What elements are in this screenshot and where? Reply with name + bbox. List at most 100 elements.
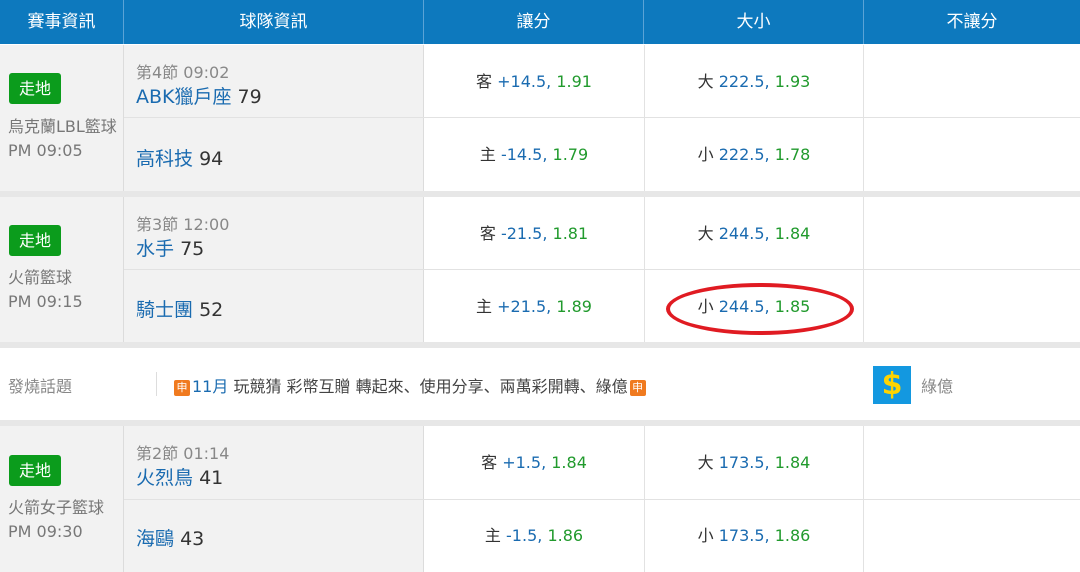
header-moneyline: 不讓分	[946, 12, 998, 32]
odds-side: 客	[481, 453, 498, 472]
odds-price: 1.84	[551, 453, 587, 472]
total-odds-under[interactable]: 小 222.5, 1.78	[644, 118, 864, 191]
promo-tag-icon: 申	[174, 380, 190, 396]
odds-price: 1.89	[556, 297, 592, 316]
odds-side: 主	[484, 526, 501, 545]
league-name: 火箭女子籃球	[8, 498, 105, 517]
odds-side: 客	[476, 72, 493, 91]
odds-line: 173.5,	[718, 526, 770, 545]
game-row: 走地 火箭女子籃球 PM 09:30 第2節 01:14 火烈鳥 41 海鷗 4…	[0, 426, 1080, 572]
odds-price: 1.86	[774, 526, 811, 545]
odds-line: -1.5,	[506, 526, 543, 545]
odds-side: 大	[697, 453, 714, 472]
odds-side: 大	[697, 224, 714, 243]
odds-price: 1.91	[556, 72, 592, 91]
table-header: 賽事資訊 球隊資訊 讓分 大小 不讓分	[0, 0, 1080, 44]
home-team[interactable]: 高科技 94	[136, 144, 223, 171]
home-team-score: 52	[199, 299, 224, 321]
hot-topic-label: 發燒話題	[8, 377, 73, 396]
league-name: 烏克蘭LBL籃球	[8, 117, 117, 136]
home-team-name: 騎士團	[136, 299, 194, 321]
match-info: 走地 火箭女子籃球 PM 09:30	[0, 426, 124, 572]
away-team-score: 79	[237, 86, 262, 108]
hot-topic-bar: 發燒話題 申 11月 玩競猜 彩幣互贈 轉起來、使用分享、兩萬彩開轉、綠億申	[0, 348, 1080, 420]
odds-side: 小	[697, 526, 714, 545]
odds-line: 222.5,	[718, 72, 770, 91]
game-row: 走地 烏克蘭LBL籃球 PM 09:05 第4節 09:02 ABK獵戶座 79…	[0, 45, 1080, 191]
promo-tag-icon: 申	[629, 380, 646, 396]
away-team[interactable]: 火烈鳥 41	[136, 463, 223, 490]
spread-odds-away[interactable]: 客 +1.5, 1.84	[424, 426, 644, 499]
team-info: 第3節 12:00 水手 75 騎士團 52	[124, 197, 424, 343]
match-info: 走地 火箭籃球 PM 09:15	[0, 197, 124, 343]
header-total: 大小	[644, 0, 864, 44]
match-info: 走地 烏克蘭LBL籃球 PM 09:05	[0, 45, 124, 191]
total-odds-over[interactable]: 大 222.5, 1.93	[644, 45, 864, 118]
promo-text: 玩競猜 彩幣互贈 轉起來、使用分享、兩萬彩開轉、綠億	[228, 377, 628, 396]
odds-line: +1.5,	[502, 453, 547, 472]
total-odds-under[interactable]: 小 244.5, 1.85	[644, 270, 864, 343]
team-info: 第4節 09:02 ABK獵戶座 79 高科技 94	[124, 45, 424, 191]
total-odds-under[interactable]: 小 173.5, 1.86	[644, 499, 864, 572]
away-team-score: 41	[199, 467, 224, 489]
league-name: 火箭籃球	[8, 268, 73, 287]
odds-line: 222.5,	[718, 145, 770, 164]
promo-divider	[156, 372, 157, 396]
odds-price: 1.79	[552, 145, 589, 164]
odds-line: +14.5,	[497, 72, 552, 91]
away-team-name: ABK獵戶座	[136, 86, 232, 108]
header-match-info: 賽事資訊	[0, 0, 124, 44]
home-team[interactable]: 騎士團 52	[136, 295, 223, 322]
home-team[interactable]: 海鷗 43	[136, 524, 204, 551]
odds-price: 1.78	[774, 145, 811, 164]
game-period: 第4節 09:02	[136, 63, 230, 82]
home-team-score: 43	[180, 528, 205, 550]
match-time: PM 09:05	[8, 141, 83, 160]
spread-odds-away[interactable]: 客 +14.5, 1.91	[424, 45, 644, 118]
home-team-name: 海鷗	[136, 528, 175, 550]
odds-side: 小	[697, 297, 714, 316]
odds-side: 主	[476, 297, 493, 316]
odds-price: 1.81	[552, 224, 589, 243]
odds-price: 1.93	[774, 72, 811, 91]
spread-odds-home[interactable]: 主 -1.5, 1.86	[424, 499, 644, 572]
odds-line: +21.5,	[497, 297, 552, 316]
promo-month: 11月	[192, 377, 229, 396]
odds-side: 客	[479, 224, 496, 243]
away-team-name: 水手	[136, 238, 175, 260]
home-team-score: 94	[199, 148, 224, 170]
live-badge[interactable]: 走地	[9, 73, 61, 104]
header-spread: 讓分	[424, 0, 644, 44]
match-time: PM 09:30	[8, 522, 83, 541]
hot-topic-link[interactable]: 申 11月 玩競猜 彩幣互贈 轉起來、使用分享、兩萬彩開轉、綠億申	[172, 373, 648, 397]
dollar-coin-icon[interactable]: $	[873, 366, 911, 404]
spread-odds-home[interactable]: 主 +21.5, 1.89	[424, 270, 644, 343]
match-time: PM 09:15	[8, 292, 83, 311]
header-team-info: 球隊資訊	[124, 0, 424, 44]
odds-line: 244.5,	[718, 224, 770, 243]
game-period: 第2節 01:14	[136, 444, 230, 463]
odds-side: 主	[479, 145, 496, 164]
odds-line: -14.5,	[500, 145, 548, 164]
spread-odds-away[interactable]: 客 -21.5, 1.81	[424, 197, 644, 270]
live-badge[interactable]: 走地	[9, 225, 61, 256]
total-odds-over[interactable]: 大 173.5, 1.84	[644, 426, 864, 499]
odds-side: 小	[697, 145, 714, 164]
odds-price: 1.84	[774, 224, 811, 243]
coin-label[interactable]: 綠億	[921, 373, 953, 397]
odds-price: 1.86	[547, 526, 584, 545]
odds-line: -21.5,	[500, 224, 548, 243]
away-team[interactable]: ABK獵戶座 79	[136, 82, 262, 109]
total-odds-over[interactable]: 大 244.5, 1.84	[644, 197, 864, 270]
away-team-name: 火烈鳥	[136, 467, 194, 489]
away-team-score: 75	[180, 238, 205, 260]
game-row: 走地 火箭籃球 PM 09:15 第3節 12:00 水手 75 騎士團 52 …	[0, 197, 1080, 343]
live-badge[interactable]: 走地	[9, 455, 61, 486]
home-team-name: 高科技	[136, 148, 194, 170]
odds-price: 1.84	[774, 453, 811, 472]
away-team[interactable]: 水手 75	[136, 234, 204, 261]
game-period: 第3節 12:00	[136, 215, 230, 234]
odds-line: 244.5,	[718, 297, 770, 316]
spread-odds-home[interactable]: 主 -14.5, 1.79	[424, 118, 644, 191]
odds-line: 173.5,	[718, 453, 770, 472]
